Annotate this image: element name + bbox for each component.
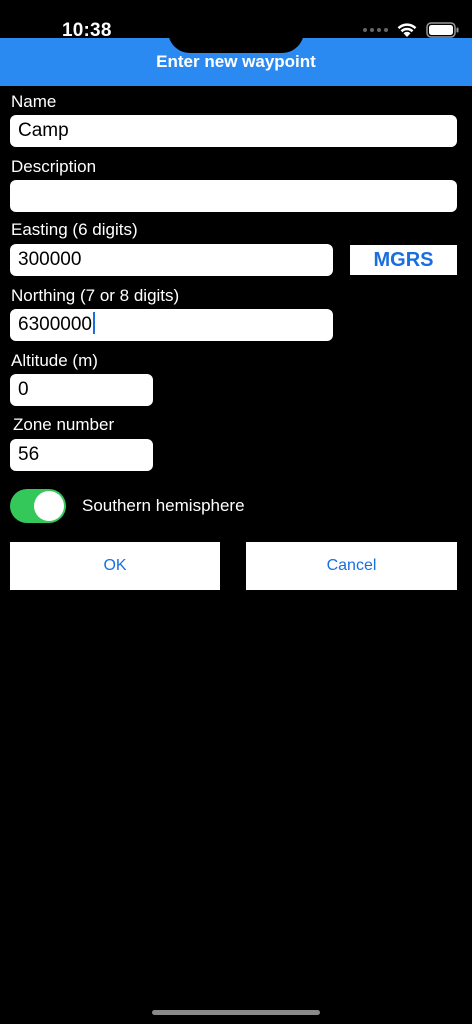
- easting-label: Easting (6 digits): [11, 220, 138, 239]
- altitude-label: Altitude (m): [11, 351, 98, 370]
- status-icons: [363, 22, 460, 38]
- easting-input[interactable]: 300000: [10, 244, 333, 276]
- altitude-input[interactable]: 0: [10, 374, 153, 406]
- battery-icon: [426, 22, 459, 38]
- southern-hemisphere-toggle[interactable]: [10, 489, 66, 523]
- home-indicator[interactable]: [152, 1010, 320, 1015]
- zone-input[interactable]: 56: [10, 439, 153, 471]
- description-input[interactable]: [10, 180, 457, 212]
- southern-hemisphere-label: Southern hemisphere: [82, 496, 245, 515]
- northing-input[interactable]: 6300000: [10, 309, 333, 341]
- northing-value: 6300000: [18, 314, 92, 335]
- page-title: Enter new waypoint: [156, 52, 316, 71]
- device-notch: [168, 0, 304, 53]
- wifi-icon: [397, 23, 417, 37]
- name-label: Name: [11, 92, 57, 111]
- zone-label: Zone number: [13, 415, 115, 434]
- cancel-button[interactable]: Cancel: [246, 542, 457, 590]
- text-caret: [92, 312, 95, 334]
- name-input[interactable]: Camp: [10, 115, 457, 147]
- description-label: Description: [11, 157, 97, 176]
- mgrs-button[interactable]: MGRS: [350, 245, 457, 275]
- northing-label: Northing (7 or 8 digits): [11, 286, 180, 305]
- ok-button[interactable]: OK: [10, 542, 220, 590]
- toggle-knob: [34, 491, 64, 521]
- signal-icon: [363, 28, 388, 32]
